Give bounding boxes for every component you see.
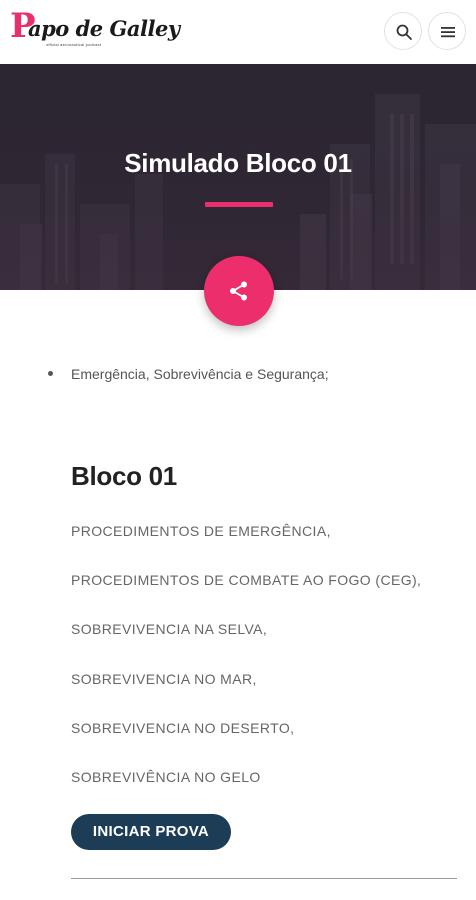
- site-header: P apo de Galley official aeronautical po…: [0, 0, 476, 64]
- search-button[interactable]: [384, 12, 422, 50]
- search-icon: [396, 24, 412, 40]
- section-title: Bloco 01: [71, 461, 177, 491]
- topic-item: PROCEDIMENTOS DE COMBATE AO FOGO (CEG),: [71, 572, 422, 588]
- page-title: Simulado Bloco 01: [124, 148, 352, 178]
- topics-bullet-list: Emergência, Sobrevivência e Segurança;: [48, 364, 329, 384]
- title-underline: [205, 202, 273, 207]
- menu-button[interactable]: [428, 12, 466, 50]
- topic-item: SOBREVIVENCIA NO MAR,: [71, 671, 257, 687]
- logo-tagline: official aeronautical podcast: [46, 42, 102, 47]
- bullet-text: Emergência, Sobrevivência e Segurança;: [71, 366, 329, 382]
- logo-script: apo de Galley: [28, 16, 180, 41]
- share-icon: [230, 281, 247, 301]
- divider: [71, 878, 457, 879]
- bullet-icon: [48, 371, 53, 376]
- topic-item: SOBREVIVENCIA NA SELVA,: [71, 621, 268, 637]
- hamburger-menu-icon: [441, 27, 455, 38]
- logo[interactable]: P apo de Galley official aeronautical po…: [10, 6, 180, 52]
- topic-item: PROCEDIMENTOS DE EMERGÊNCIA,: [71, 523, 331, 539]
- topic-item: SOBREVIVÊNCIA NO GELO: [71, 769, 261, 785]
- list-item: Emergência, Sobrevivência e Segurança;: [48, 364, 329, 384]
- start-exam-button[interactable]: INICIAR PROVA: [71, 814, 231, 850]
- share-button[interactable]: [204, 256, 274, 326]
- topic-item: SOBREVIVENCIA NO DESERTO,: [71, 720, 295, 736]
